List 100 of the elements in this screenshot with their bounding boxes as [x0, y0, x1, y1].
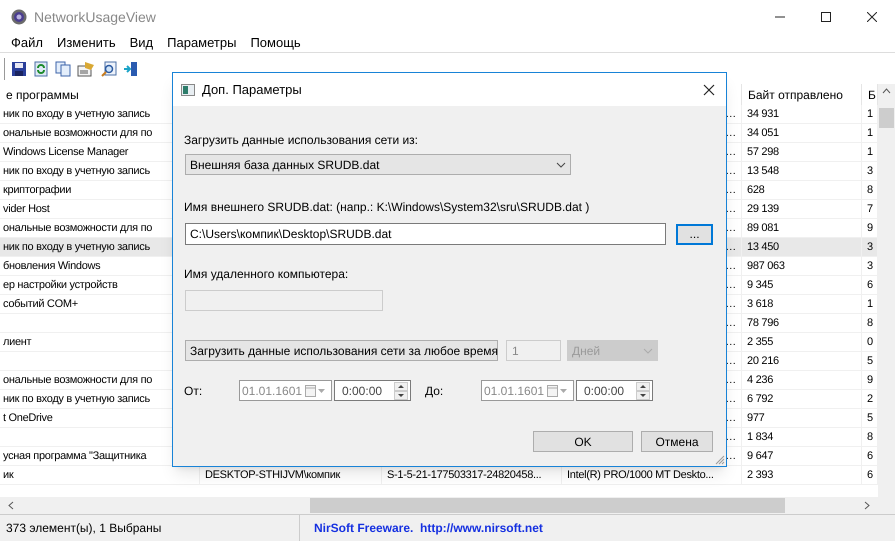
search-icon[interactable] [101, 60, 117, 76]
close-icon[interactable] [703, 84, 715, 96]
table-cell-text: vider Host [3, 202, 50, 217]
browse-button[interactable]: ... [676, 224, 713, 244]
table-row[interactable]: ик DESKTOP-STHIJVM\компик S-1-5-21-177503317-24820458... Intel(R) PRO/1000 MT Deskto... 2 393 6 [0, 466, 878, 485]
table-cell-text: 0 [867, 334, 873, 350]
table-cell-text: S-1-5-21-177503317-24820458... [387, 468, 542, 483]
scroll-up-icon[interactable] [882, 88, 891, 94]
table-cell-text: 2 355 [747, 334, 774, 350]
table-cell-text: усная программа "Защитника [3, 448, 146, 464]
table-cell-text: 9 345 [747, 278, 774, 293]
table-cell-text: ональные возможности для по [3, 126, 152, 141]
table-cell-text: 1 [867, 296, 873, 312]
table-cell-text: 8 [867, 430, 873, 445]
table-cell-text: 6 [867, 278, 873, 293]
chevron-down-icon [556, 162, 566, 168]
table-cell-text: ник по входу в учетную запись [3, 240, 150, 255]
calendar-icon [305, 384, 327, 396]
table-cell-text: 57 298 [747, 144, 779, 160]
table-cell-text: 2 393 [747, 468, 774, 483]
table-cell-text: 34 931 [747, 106, 779, 122]
path-input-field[interactable]: C:\Users\компик\Desktop\SRUDB.dat [185, 223, 666, 245]
table-cell-text: 8 [867, 182, 873, 198]
table-cell-text: ональные возможности для по [3, 372, 152, 388]
menu-item[interactable]: Вид [122, 33, 160, 53]
resize-grip-icon[interactable] [715, 455, 725, 465]
dialog-title: Доп. Параметры [202, 80, 302, 99]
table-cell-text: ник по входу в учетную запись [3, 164, 150, 179]
table-cell-text: 3 618 [747, 296, 774, 312]
field-label: Имя удаленного компьютера: [184, 266, 350, 283]
table-cell-text: 9 [867, 372, 873, 388]
spin-arrows-icon[interactable] [636, 382, 650, 400]
table-cell-text: ник по входу в учетную запись [3, 106, 150, 122]
spin-arrows-icon[interactable] [394, 382, 408, 400]
close-icon[interactable] [867, 12, 877, 22]
table-cell-text: Windows License Manager [3, 144, 128, 160]
scrollbar-thumb[interactable] [879, 108, 894, 128]
maximize-icon[interactable] [821, 12, 831, 22]
nirsoft-link[interactable]: NirSoft Freeware. http://www.nirsoft.net [314, 519, 543, 537]
status-text: 373 элемент(ы), 1 Выбраны [6, 520, 162, 537]
table-cell-text: Intel(R) PRO/1000 MT Deskto... [567, 468, 714, 483]
table-cell-text: 987 063 [747, 258, 785, 274]
table-cell-text: 13 548 [747, 164, 779, 179]
table-cell-text: 5 [867, 410, 873, 426]
chevron-down-icon [643, 348, 653, 354]
horizontal-scrollbar[interactable] [0, 497, 878, 514]
window-icon [181, 84, 195, 96]
table-cell-text: 2 [867, 392, 873, 407]
table-cell-text: 6 [867, 468, 873, 483]
table-cell-text: ональные возможности для по [3, 220, 152, 236]
table-cell-text: 1 834 [747, 430, 774, 445]
table-cell-text: 4 236 [747, 372, 774, 388]
table-cell-text: 1 [867, 126, 873, 141]
table-cell-text: 8 [867, 316, 873, 331]
vertical-scrollbar[interactable] [878, 84, 895, 514]
table-cell-text: криптографии [3, 182, 72, 198]
table-cell-text: 13 450 [747, 240, 779, 255]
table-cell-text: t OneDrive [3, 410, 53, 426]
scroll-right-icon[interactable] [864, 501, 870, 510]
source-dropdown[interactable]: Внешняя база данных SRUDB.dat [185, 154, 571, 175]
menu-item[interactable]: Параметры [160, 33, 244, 53]
save-icon[interactable] [11, 60, 27, 76]
scrollbar-thumb[interactable] [310, 498, 785, 513]
table-cell-text: 5 [867, 354, 873, 369]
table-cell-text: 3 [867, 240, 873, 255]
window-title: NetworkUsageView [34, 8, 156, 27]
copy-icon[interactable] [55, 60, 71, 76]
app-globe-icon [11, 9, 27, 25]
table-cell-text: ник по входу в учетную запись [3, 392, 150, 407]
table-cell-text: 78 796 [747, 316, 779, 331]
field-label: До: [425, 382, 444, 400]
menu-item[interactable]: Изменить [50, 33, 123, 53]
table-cell-text: 628 [747, 182, 764, 198]
properties-icon[interactable] [77, 60, 95, 76]
table-cell-text: 3 [867, 164, 873, 179]
table-cell-text: 20 216 [747, 354, 779, 369]
table-cell-text: 34 051 [747, 126, 779, 141]
table-cell-text: 3 [867, 258, 873, 274]
table-cell-text: лиент [3, 334, 32, 350]
table-cell-text: событий COM+ [3, 296, 78, 312]
table-cell-text: 7 [867, 202, 873, 217]
exit-icon[interactable] [123, 60, 139, 76]
table-cell-text: бновления Windows [3, 258, 100, 274]
table-cell-text: 9 [867, 220, 873, 236]
scroll-left-icon[interactable] [8, 501, 14, 510]
table-cell-text: 29 139 [747, 202, 779, 217]
ok-button[interactable]: OK [533, 431, 633, 452]
menu-item[interactable]: Файл [4, 33, 50, 53]
time-input-field[interactable]: 0:00:00 [334, 380, 411, 401]
table-cell-text: ик [3, 468, 14, 483]
table-cell-text: 6 [867, 448, 873, 464]
cancel-button[interactable]: Отмена [641, 431, 713, 452]
table-cell-text: 89 081 [747, 220, 779, 236]
table-cell-text: DESKTOP-STHIJVM\компик [205, 468, 340, 483]
time-input-field[interactable]: 0:00:00 [576, 380, 653, 401]
table-cell-text: 1 [867, 144, 873, 160]
menu-item[interactable]: Помощь [243, 33, 308, 53]
refresh-icon[interactable] [33, 60, 49, 76]
time-range-dropdown[interactable]: Загрузить данные использования сети за любое время [185, 340, 498, 361]
table-cell-text: 6 792 [747, 392, 774, 407]
